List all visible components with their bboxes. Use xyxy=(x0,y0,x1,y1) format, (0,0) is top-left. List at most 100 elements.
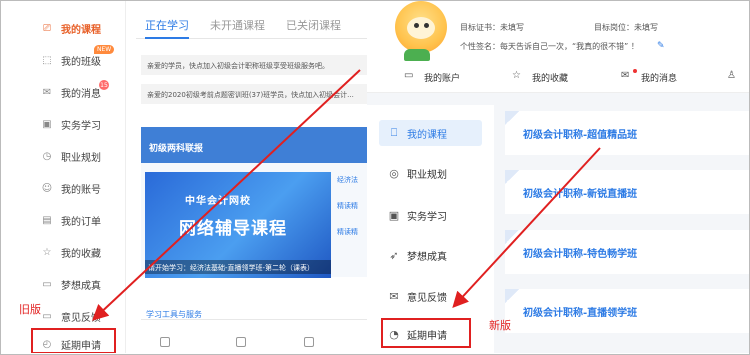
card-accent xyxy=(505,111,519,125)
old-sidebar-label: 职业规划 xyxy=(61,152,101,164)
message-icon: ✉ xyxy=(621,70,630,81)
old-sidebar-item-orders[interactable]: ▤ 我的订单 xyxy=(1,204,126,236)
old-sidebar-label: 我的班级 xyxy=(61,56,101,68)
user-icon: ☺ xyxy=(41,182,53,194)
rocket-icon: ➶ xyxy=(389,248,399,262)
target-certificate: 目标证书：未填写 xyxy=(460,23,524,32)
quick-link-favorites[interactable]: 我的收藏 xyxy=(532,71,568,84)
wallet-icon: ▭ xyxy=(404,70,414,81)
promo-link[interactable]: 经济法 xyxy=(337,172,367,198)
avatar-body xyxy=(404,49,430,61)
new-sidebar-item-career[interactable]: ◎ 职业规划 xyxy=(379,160,482,186)
new-sidebar-label: 梦想成真 xyxy=(407,251,447,263)
dream-icon: ▭ xyxy=(42,278,52,290)
new-sidebar-item-practice[interactable]: ▣ 实务学习 xyxy=(379,202,482,228)
old-sidebar-label: 我的账号 xyxy=(61,184,101,196)
old-sidebar-label: 意见反馈 xyxy=(61,312,101,324)
course-card[interactable]: 初级会计职称-特色畅学班 xyxy=(505,230,749,274)
old-sidebar-item-my-courses[interactable]: ⎚ 我的课程 xyxy=(1,12,126,44)
highlight-box-old xyxy=(31,328,116,353)
notice-item[interactable]: 亲爱的学员，快点加入初级会计职称班级享受班级服务吧。 xyxy=(141,55,367,75)
mail-icon: ✉ xyxy=(42,86,52,98)
star-icon: ☆ xyxy=(512,70,521,81)
avatar-face xyxy=(407,17,435,39)
divider xyxy=(141,319,367,320)
old-sidebar-item-my-class[interactable]: ⬚ 我的班级 NEW xyxy=(1,44,126,76)
tab-studying[interactable]: 正在学习 xyxy=(145,17,189,33)
mail-icon: ✉ xyxy=(389,289,399,303)
feedback-icon: ▭ xyxy=(42,310,52,322)
plan-icon: ◎ xyxy=(389,166,399,180)
new-version-label: 新版 xyxy=(489,319,511,332)
banner-caption[interactable]: 请开始学习：经济法基础-直播领学班-第二轮（课表） xyxy=(145,260,331,274)
new-sidebar-item-my-courses[interactable]: ⎕ 我的课程 xyxy=(379,120,482,146)
new-sidebar: ⎕ 我的课程 ◎ 职业规划 ▣ 实务学习 ➶ 梦想成真 ✉ 意见反馈 ◔ 延期申… xyxy=(367,105,494,353)
new-sidebar-item-dream[interactable]: ➶ 梦想成真 xyxy=(379,242,482,268)
highlight-box-new xyxy=(381,318,471,348)
order-icon: ▤ xyxy=(42,214,52,226)
class-icon: ⬚ xyxy=(42,54,52,66)
card-accent xyxy=(505,230,519,244)
old-sidebar-label: 实务学习 xyxy=(61,120,101,132)
monitor-icon: ⎚ xyxy=(43,22,51,34)
tool-icon[interactable] xyxy=(160,337,170,347)
notice-item[interactable]: 亲爱的2020初级考前点题密训班(37)班学员，快点加入初级会计... xyxy=(141,84,367,104)
plan-icon: ◷ xyxy=(42,150,52,162)
promo-link[interactable]: 精读精 xyxy=(337,198,367,224)
old-sidebar-label: 我的消息 xyxy=(61,88,101,100)
course-title: 初级会计职称-新锐直播班 xyxy=(523,189,638,200)
new-sidebar-label: 意见反馈 xyxy=(407,292,447,304)
brand-logo-text: 中华会计网校 xyxy=(185,196,251,207)
new-sidebar-item-feedback[interactable]: ✉ 意见反馈 xyxy=(379,283,482,309)
profile-header: 目标证书：未填写 目标岗位：未填写 个性签名：每天告诉自己一次，“我真的很不错”… xyxy=(367,1,749,93)
target-position: 目标岗位：未填写 xyxy=(594,23,658,32)
avatar[interactable] xyxy=(395,1,447,53)
old-sidebar-item-career[interactable]: ◷ 职业规划 xyxy=(1,140,126,172)
course-title: 初级会计职称-超值精品班 xyxy=(523,130,638,141)
old-version-panel: ⎚ 我的课程 ⬚ 我的班级 NEW ✉ 我的消息 15 ▣ 实务学习 ◷ 职业规… xyxy=(1,1,367,353)
edit-icon[interactable]: ✎ xyxy=(657,41,665,51)
promo-header: 初级两科联报 xyxy=(141,127,367,163)
promo-link-list: 经济法 精读精 精读精 xyxy=(337,172,367,250)
star-icon: ☆ xyxy=(42,246,52,258)
tool-icon[interactable] xyxy=(304,337,314,347)
bookmark-icon: ⎕ xyxy=(390,126,398,139)
quick-link-account[interactable]: 我的账户 xyxy=(424,71,460,84)
banner-title: 网络辅导课程 xyxy=(179,219,287,239)
old-sidebar-item-practice[interactable]: ▣ 实务学习 xyxy=(1,108,126,140)
avatar-eye xyxy=(414,23,419,28)
new-sidebar-label: 职业规划 xyxy=(407,169,447,181)
notification-dot xyxy=(633,69,637,73)
signature: 个性签名：每天告诉自己一次，“我真的很不错” ！ xyxy=(460,42,639,51)
practice-icon: ▣ xyxy=(388,208,400,222)
course-card[interactable]: 初级会计职称-直播领学班 xyxy=(505,289,749,333)
quick-link-messages[interactable]: 我的消息 xyxy=(641,71,677,84)
old-sidebar-label: 我的订单 xyxy=(61,216,101,228)
new-version-panel: 目标证书：未填写 目标岗位：未填写 个性签名：每天告诉自己一次，“我真的很不错”… xyxy=(367,1,749,353)
old-sidebar-label: 梦想成真 xyxy=(61,280,101,292)
active-tab-indicator xyxy=(145,37,189,39)
old-sidebar-item-messages[interactable]: ✉ 我的消息 15 xyxy=(1,76,126,108)
course-card[interactable]: 初级会计职称-新锐直播班 xyxy=(505,170,749,214)
tab-closed[interactable]: 已关闭课程 xyxy=(286,17,341,33)
tool-icon[interactable] xyxy=(236,337,246,347)
course-title: 初级会计职称-特色畅学班 xyxy=(523,249,638,260)
old-main-content: 正在学习 未开通课程 已关闭课程 亲爱的学员，快点加入初级会计职称班级享受班级服… xyxy=(136,1,367,353)
message-count-badge: 15 xyxy=(99,80,109,90)
card-accent xyxy=(505,170,519,184)
old-sidebar-label: 我的课程 xyxy=(61,24,101,36)
course-banner-image[interactable]: 中华会计网校 网络辅导课程 请开始学习：经济法基础-直播领学班-第二轮（课表） xyxy=(145,172,331,278)
practice-icon: ▣ xyxy=(42,118,52,130)
old-sidebar-item-dream[interactable]: ▭ 梦想成真 xyxy=(1,268,126,300)
old-version-label: 旧版 xyxy=(19,303,41,316)
course-card[interactable]: 初级会计职称-超值精品班 xyxy=(505,111,749,155)
tab-not-opened[interactable]: 未开通课程 xyxy=(210,17,265,33)
promo-link[interactable]: 精读精 xyxy=(337,224,367,250)
profile-icon[interactable]: ♙ xyxy=(727,70,736,81)
promo-card: 初级两科联报 中华会计网校 网络辅导课程 请开始学习：经济法基础-直播领学班-第… xyxy=(141,127,367,278)
old-sidebar-item-account[interactable]: ☺ 我的账号 xyxy=(1,172,126,204)
new-badge: NEW xyxy=(94,45,115,54)
old-tab-bar: 正在学习 未开通课程 已关闭课程 xyxy=(136,1,367,39)
old-sidebar-item-favorites[interactable]: ☆ 我的收藏 xyxy=(1,236,126,268)
new-sidebar-label: 实务学习 xyxy=(407,211,447,223)
